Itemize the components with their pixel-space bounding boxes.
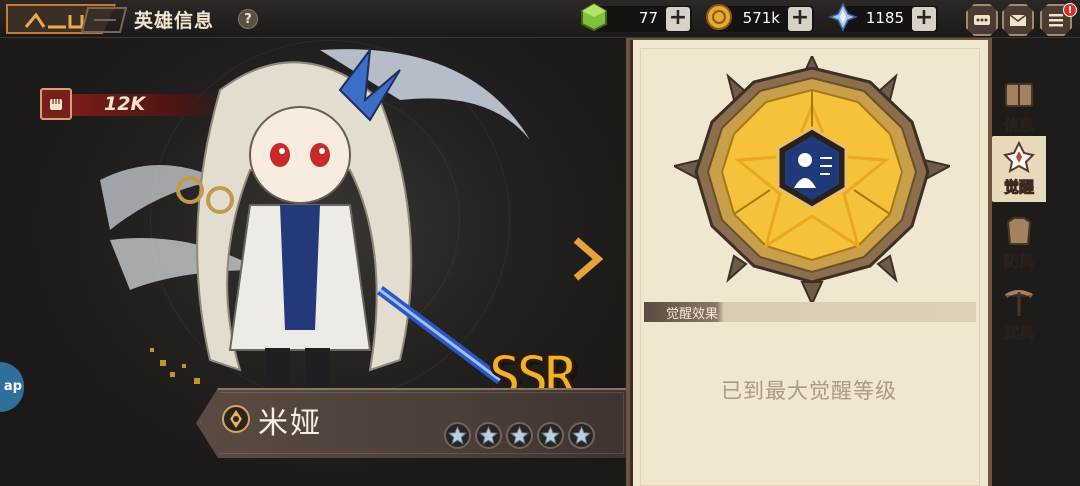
chevron-right-icon bbox=[573, 237, 604, 281]
mail-icon bbox=[1009, 14, 1027, 26]
tab-info-label: 信息 bbox=[1003, 116, 1035, 135]
tab-armor-label: 防具 bbox=[1003, 252, 1035, 271]
tab-awakening[interactable]: 觉醒 bbox=[992, 136, 1046, 202]
add-crystal-button[interactable]: + bbox=[912, 7, 936, 31]
chat-button[interactable] bbox=[966, 4, 998, 36]
tab-info[interactable]: 信息 bbox=[992, 74, 1046, 140]
tab-awakening-label: 觉醒 bbox=[1003, 178, 1034, 197]
star-icon bbox=[444, 422, 471, 449]
page-title: 英雄信息 bbox=[134, 10, 215, 32]
notification-badge: ! bbox=[1063, 3, 1077, 17]
gold-count: 571k bbox=[742, 9, 780, 27]
star-icon bbox=[537, 422, 564, 449]
awakening-crest-icon bbox=[1003, 140, 1035, 173]
mail-button[interactable] bbox=[1002, 4, 1034, 36]
crystal-resource: 1185 + bbox=[828, 2, 938, 32]
gold-coin-icon bbox=[706, 4, 732, 30]
hero-name: 米娅 bbox=[258, 406, 322, 441]
star-icon bbox=[475, 422, 502, 449]
next-hero-button[interactable] bbox=[570, 236, 604, 282]
gem-count: 77 bbox=[638, 9, 658, 27]
max-awakening-status: 已到最大觉醒等级 bbox=[721, 379, 897, 403]
crossbow-icon bbox=[1004, 290, 1034, 316]
crystal-icon bbox=[828, 2, 858, 32]
gold-resource: 571k + bbox=[706, 4, 814, 32]
add-gold-button[interactable]: + bbox=[788, 7, 812, 31]
star-icon bbox=[506, 422, 533, 449]
awakening-emblem[interactable] bbox=[674, 56, 950, 304]
awakening-effect-header: 觉醒效果 bbox=[644, 302, 976, 322]
crystal-count: 1185 bbox=[865, 9, 904, 27]
add-gem-button[interactable]: + bbox=[666, 7, 690, 31]
gem-resource: 77 + bbox=[581, 2, 692, 32]
armor-icon bbox=[1006, 217, 1032, 245]
tab-weapon-label: 武具 bbox=[1003, 324, 1035, 343]
awakening-effect-label: 觉醒效果 bbox=[666, 307, 719, 322]
fist-icon bbox=[40, 88, 72, 120]
help-icon[interactable]: ? bbox=[238, 9, 258, 29]
green-gem-icon bbox=[581, 2, 607, 32]
tab-weapon[interactable]: 武具 bbox=[992, 282, 1046, 348]
star-icon bbox=[568, 422, 595, 449]
hero-class-icon bbox=[222, 405, 250, 433]
star-rating bbox=[444, 422, 595, 450]
book-icon bbox=[1005, 83, 1033, 107]
tab-armor[interactable]: 防具 bbox=[992, 210, 1046, 276]
chat-icon bbox=[974, 15, 990, 25]
